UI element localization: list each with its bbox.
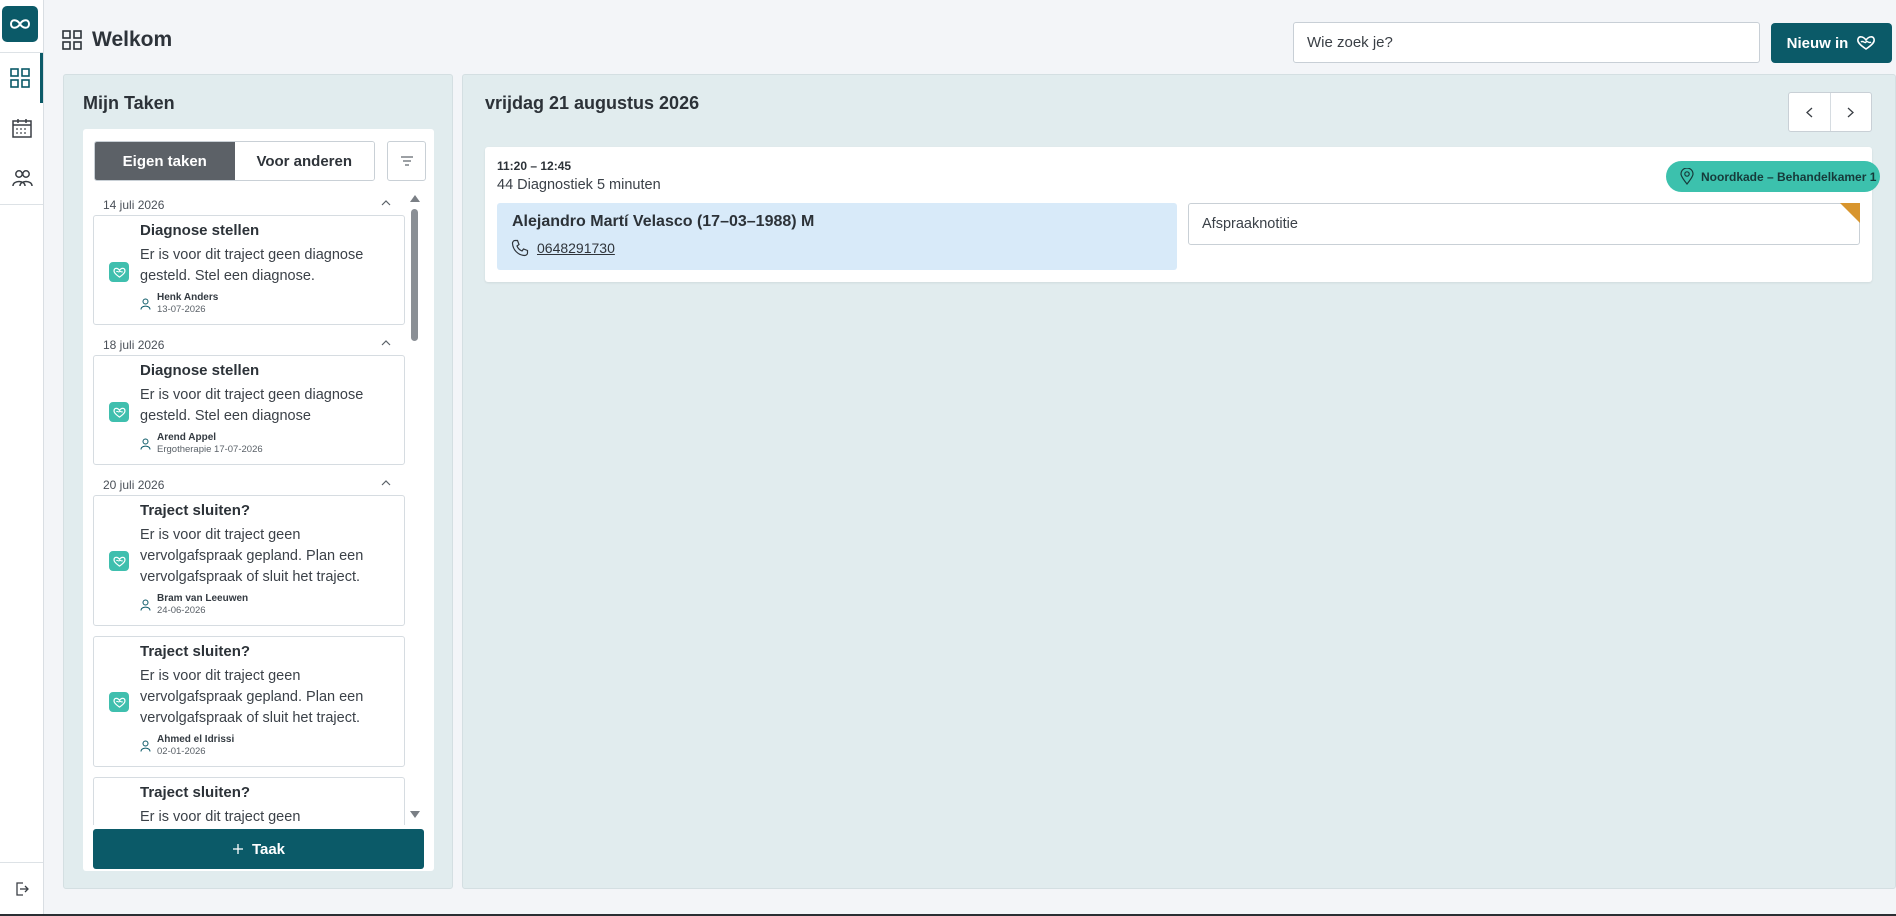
grid-icon <box>62 30 82 50</box>
task-group-date: 20 juli 2026 <box>103 478 165 492</box>
patient-name[interactable]: Alejandro Martí Velasco (17–03–1988) M <box>512 213 814 231</box>
tab-for-others[interactable]: Voor anderen <box>234 142 374 180</box>
chevron-right-icon <box>1847 107 1855 117</box>
task-group-header[interactable]: 14 juli 2026 <box>93 195 405 215</box>
location-label: Noordkade – Behandelkamer 1 <box>1701 169 1877 184</box>
appointment-note-field[interactable]: Afspraaknotitie <box>1188 203 1860 245</box>
tab-own-tasks[interactable]: Eigen taken <box>95 142 235 180</box>
task-person: Henk Anders <box>157 292 219 303</box>
task-person: Bram van Leeuwen <box>157 593 249 604</box>
task-list-scrollbar[interactable] <box>407 195 421 821</box>
task-tabs: Eigen taken Voor anderen <box>94 141 375 181</box>
task-meta: Henk Anders 13-07-2026 <box>140 292 394 316</box>
chevron-up-icon <box>381 340 391 346</box>
task-title: Traject sluiten? <box>140 784 251 801</box>
nav-clients[interactable] <box>0 153 43 203</box>
task-meta: Bram van Leeuwen 24-06-2026 <box>140 593 394 617</box>
task-description: Er is voor dit traject geen vervolgafspr… <box>140 527 364 585</box>
task-title: Diagnose stellen <box>140 222 260 239</box>
page-title: Welkom <box>62 28 172 52</box>
task-title: Traject sluiten? <box>140 643 251 660</box>
task-item[interactable]: Traject sluiten? Er is voor dit traject … <box>93 495 405 626</box>
patient-phone-number[interactable]: 0648291730 <box>537 240 615 256</box>
tasks-card: Eigen taken Voor anderen 14 juli 2026 Di… <box>83 129 434 871</box>
page-title-text: Welkom <box>92 28 173 51</box>
nav-rail <box>0 0 44 914</box>
agenda-date: vrijdag 21 augustus 2026 <box>485 93 700 113</box>
filter-icon <box>400 156 413 166</box>
chevron-left-icon <box>1805 107 1813 117</box>
appointment-time: 11:20 – 12:45 <box>497 159 572 173</box>
task-group-header[interactable]: 18 juli 2026 <box>93 335 405 355</box>
scroll-down-arrow-icon[interactable] <box>410 811 420 818</box>
location-badge[interactable]: Noordkade – Behandelkamer 1 <box>1666 161 1880 192</box>
add-task-label: Taak <box>251 840 286 858</box>
user-icon <box>140 740 151 752</box>
filter-button[interactable] <box>387 141 426 181</box>
task-group-date: 18 juli 2026 <box>103 338 165 352</box>
nav-dashboard[interactable] <box>0 53 43 103</box>
tasks-title: Mijn Taken <box>83 93 175 113</box>
people-icon <box>11 170 33 187</box>
task-meta: Ahmed el Idrissi 02-01-2026 <box>140 734 394 758</box>
app-logo-icon[interactable] <box>2 6 38 42</box>
grid-icon <box>10 68 30 88</box>
next-day-button[interactable] <box>1829 93 1872 131</box>
logout-button[interactable] <box>0 876 43 902</box>
appointment-card[interactable]: 11:20 – 12:45 44 Diagnostiek 5 minuten N… <box>485 147 1880 282</box>
nav-calendar[interactable] <box>0 103 43 153</box>
patient-block[interactable]: Alejandro Martí Velasco (17–03–1988) M 0… <box>497 203 1177 270</box>
search-input[interactable] <box>1293 22 1760 63</box>
task-item[interactable]: Diagnose stellen Er is voor dit traject … <box>93 215 405 325</box>
user-icon <box>140 298 151 310</box>
plus-icon <box>232 844 243 854</box>
logout-icon <box>15 882 29 896</box>
tasks-panel: Mijn Taken Eigen taken Voor anderen 14 j… <box>63 74 453 889</box>
task-item[interactable]: Traject sluiten? Er is voor dit traject … <box>93 636 405 767</box>
task-heart-icon <box>109 692 129 712</box>
task-meta: Arend Appel Ergotherapie 17-07-2026 <box>140 432 394 456</box>
task-group-date: 14 juli 2026 <box>103 198 165 212</box>
note-placeholder: Afspraaknotitie <box>1202 216 1298 232</box>
task-title: Traject sluiten? <box>140 502 251 519</box>
task-date: 02-01-2026 <box>157 746 206 757</box>
calendar-icon <box>11 119 32 138</box>
patient-phone[interactable]: 0648291730 <box>511 239 615 257</box>
task-description: Er is voor dit traject geen diagnose ges… <box>140 247 364 284</box>
user-icon <box>140 438 151 450</box>
heart-infinity-icon <box>1857 36 1876 50</box>
chevron-up-icon <box>381 480 391 486</box>
agenda-panel: vrijdag 21 augustus 2026 11:20 – 12:45 4… <box>462 74 1896 889</box>
task-description: Er is voor dit traject geen vervolgafspr… <box>140 668 364 726</box>
task-item[interactable]: Traject sluiten? Er is voor dit traject … <box>93 777 405 825</box>
scroll-up-arrow-icon[interactable] <box>410 195 420 202</box>
task-heart-icon <box>109 262 129 282</box>
add-task-button[interactable]: Taak <box>93 829 424 869</box>
task-date: 24-06-2026 <box>157 605 206 616</box>
new-in-button[interactable]: Nieuw in <box>1771 23 1892 63</box>
note-flag-icon <box>1840 203 1860 223</box>
chevron-up-icon <box>381 200 391 206</box>
task-person: Ahmed el Idrissi <box>157 734 235 745</box>
task-item[interactable]: Diagnose stellen Er is voor dit traject … <box>93 355 405 465</box>
task-heart-icon <box>109 551 129 571</box>
scroll-thumb[interactable] <box>411 209 418 341</box>
user-icon <box>140 599 151 611</box>
new-in-label: Nieuw in <box>1786 34 1849 52</box>
task-list: 14 juli 2026 Diagnose stellen Er is voor… <box>93 195 405 825</box>
appointment-type: 44 Diagnostiek 5 minuten <box>497 177 661 193</box>
task-title: Diagnose stellen <box>140 362 260 379</box>
prev-day-button[interactable] <box>1789 93 1830 131</box>
phone-icon <box>511 239 529 257</box>
task-heart-icon <box>109 402 129 422</box>
task-description: Er is voor dit traject geen diagnose ges… <box>140 387 364 424</box>
task-date: 13-07-2026 <box>157 304 206 315</box>
date-navigation <box>1788 92 1872 132</box>
task-person: Arend Appel <box>157 432 217 443</box>
task-group-header[interactable]: 20 juli 2026 <box>93 475 405 495</box>
task-date: Ergotherapie 17-07-2026 <box>157 444 263 455</box>
task-description: Er is voor dit traject geen <box>140 809 301 825</box>
location-pin-icon <box>1680 168 1694 185</box>
